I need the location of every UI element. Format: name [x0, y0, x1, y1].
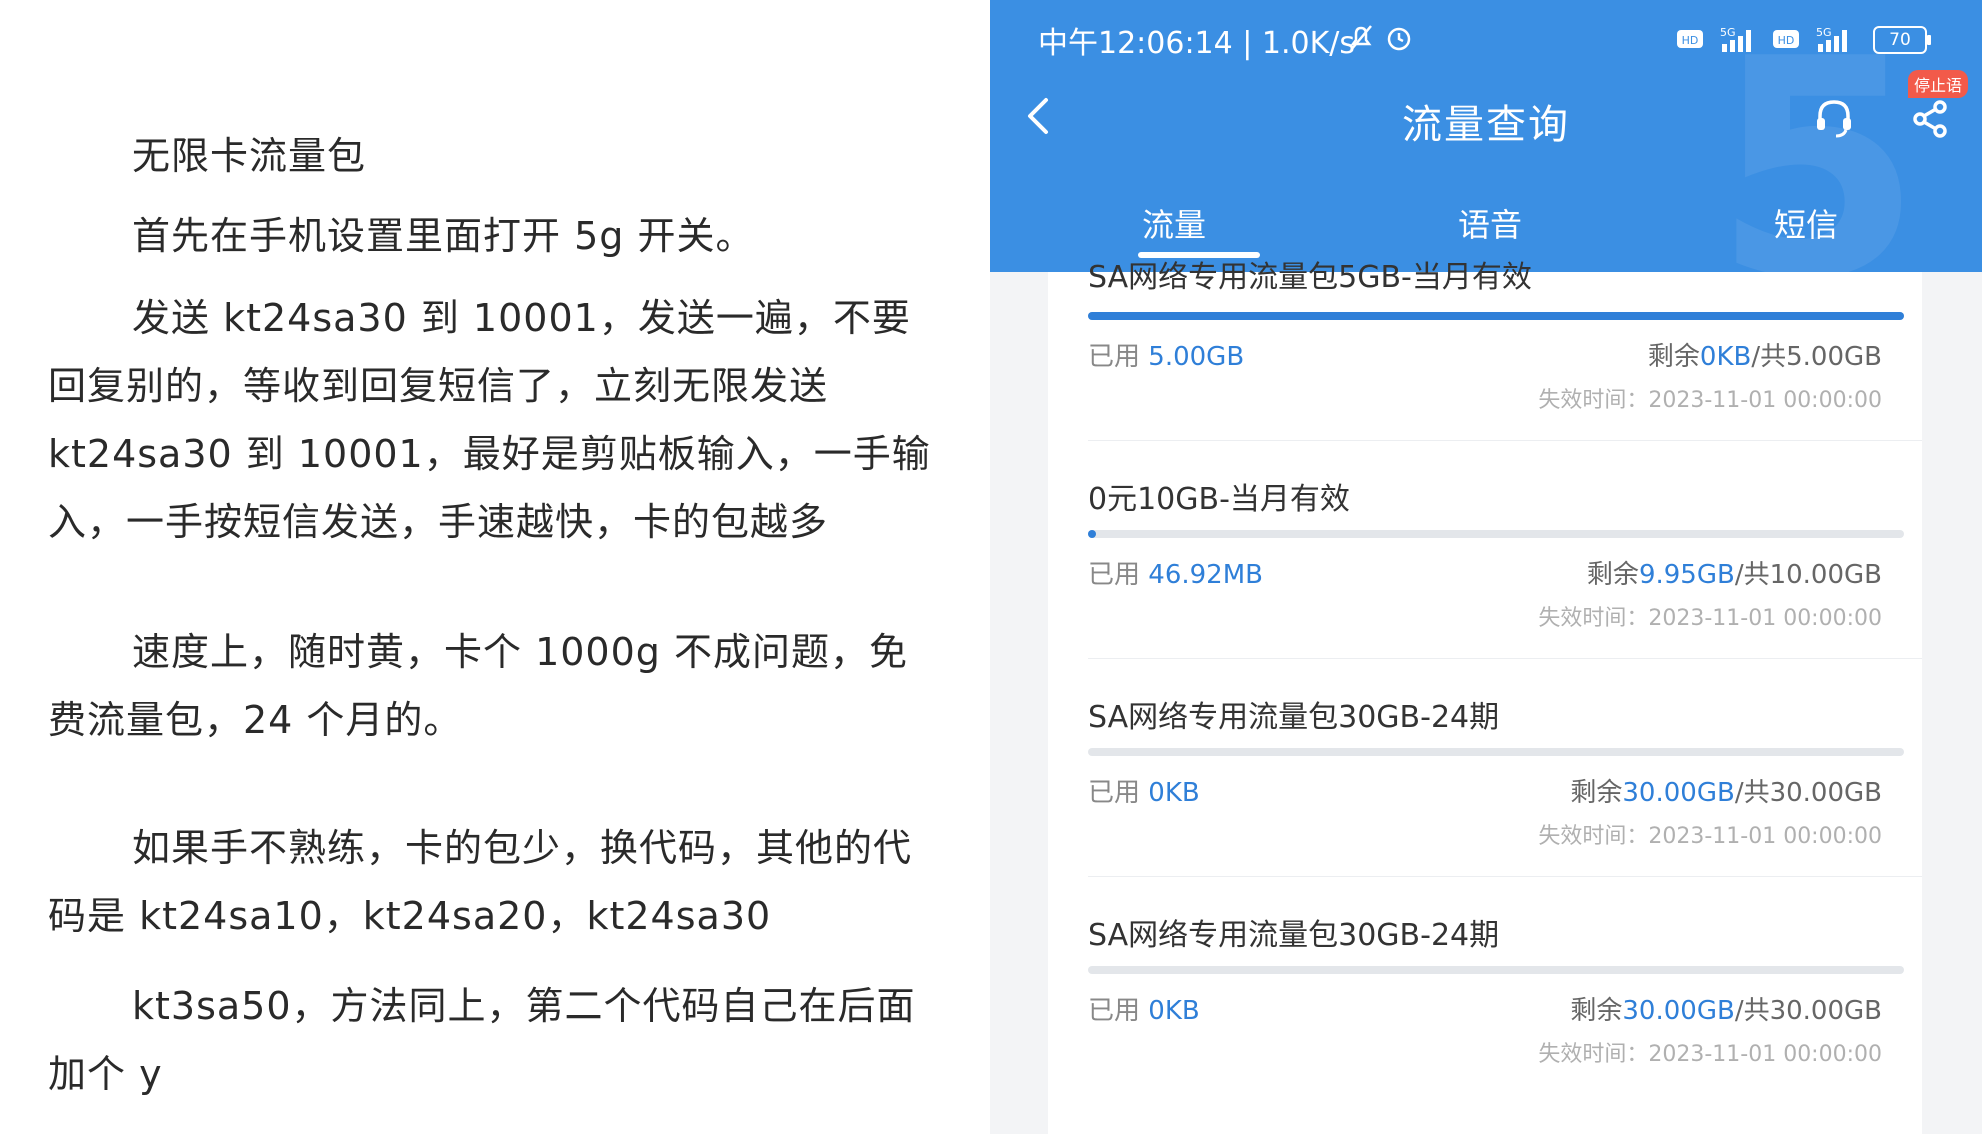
expire-time: 失效时间：2023-11-01 00:00:00 — [1538, 388, 1882, 413]
usage-bar — [1088, 312, 1904, 320]
svg-text:5G: 5G — [1720, 26, 1736, 39]
package-name: 0元10GB-当月有效 — [1088, 482, 1350, 517]
package-name: SA网络专用流量包5GB-当月有效 — [1088, 260, 1532, 295]
article-title: 无限卡流量包 — [132, 134, 367, 178]
stop-badge: 停止语 — [1908, 70, 1969, 98]
remaining-amount: 剩余0KB/共5.00GB — [1647, 342, 1882, 372]
remaining-amount: 剩余30.00GB/共30.00GB — [1570, 778, 1882, 808]
package-name: SA网络专用流量包30GB-24期 — [1088, 700, 1500, 735]
article-panel: 无限卡流量包 首先在手机设置里面打开 5g 开关。 发送 kt24sa30 到 … — [0, 0, 990, 1134]
usage-bar — [1088, 748, 1904, 756]
tab-sms[interactable]: 短信 — [1774, 200, 1838, 246]
customer-service-icon[interactable] — [1812, 96, 1856, 140]
status-time: 中午12:06:14 | 1.0K/s — [1038, 26, 1356, 61]
article-paragraph: kt3sa50，方法同上，第二个代码自己在后面加个 y — [48, 984, 916, 1096]
svg-text:HD: HD — [1682, 34, 1699, 47]
divider — [1088, 658, 1922, 659]
article-paragraph: 首先在手机设置里面打开 5g 开关。 — [132, 214, 755, 258]
svg-text:HD: HD — [1778, 34, 1795, 47]
tab-data[interactable]: 流量 — [1142, 200, 1206, 246]
svg-text:5G: 5G — [1816, 26, 1832, 39]
tab-voice[interactable]: 语音 — [1458, 200, 1522, 246]
mute-bell-icon — [1350, 25, 1372, 51]
used-amount: 已用 0KB — [1088, 778, 1200, 808]
usage-bar — [1088, 530, 1904, 538]
used-amount: 已用 0KB — [1088, 996, 1200, 1026]
article-paragraph: 速度上，随时黄，卡个 1000g 不成问题，免费流量包，24 个月的。 — [48, 630, 908, 742]
divider — [1088, 440, 1922, 441]
article-paragraph: 发送 kt24sa30 到 10001，发送一遍，不要回复别的，等收到回复短信了… — [48, 296, 931, 544]
used-amount: 已用 5.00GB — [1088, 342, 1245, 372]
signal-1-icon: HD 5G — [1677, 26, 1751, 52]
share-icon[interactable] — [1910, 98, 1950, 140]
phone-screen: 5 中午12:06:14 | 1.0K/s HD 5G HD 5G 70 流量查… — [990, 0, 1982, 1134]
alarm-icon — [1387, 27, 1411, 51]
expire-time: 失效时间：2023-11-01 00:00:00 — [1538, 606, 1882, 631]
expire-time: 失效时间：2023-11-01 00:00:00 — [1538, 1042, 1882, 1067]
battery-icon: 70 — [1873, 26, 1931, 54]
used-amount: 已用 46.92MB — [1088, 560, 1263, 590]
expire-time: 失效时间：2023-11-01 00:00:00 — [1538, 824, 1882, 849]
article-paragraph: 如果手不熟练，卡的包少，换代码，其他的代码是 kt24sa10，kt24sa20… — [48, 826, 913, 938]
signal-2-icon: HD 5G — [1773, 26, 1847, 52]
usage-bar-fill — [1088, 312, 1904, 320]
remaining-amount: 剩余30.00GB/共30.00GB — [1570, 996, 1882, 1026]
package-list: SA网络专用流量包5GB-当月有效 已用 5.00GB 剩余0KB/共5.00G… — [1048, 260, 1922, 1134]
remaining-amount: 剩余9.95GB/共10.00GB — [1586, 560, 1882, 590]
usage-bar — [1088, 966, 1904, 974]
app-header: 5 中午12:06:14 | 1.0K/s HD 5G HD 5G 70 流量查… — [990, 0, 1982, 272]
usage-bar-fill — [1088, 530, 1096, 538]
divider — [1088, 876, 1922, 877]
package-name: SA网络专用流量包30GB-24期 — [1088, 918, 1500, 953]
